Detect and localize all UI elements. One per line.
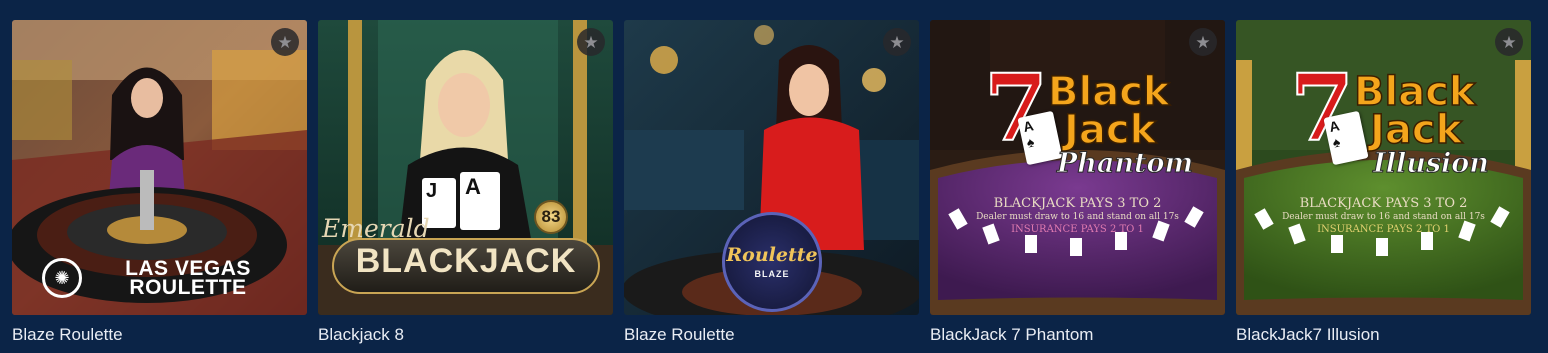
game-thumbnail[interactable]: BLACKJACK PAYS 3 TO 2 Dealer must draw t…: [930, 20, 1225, 315]
game-title[interactable]: BlackJack 7 Phantom: [930, 325, 1225, 345]
game-card-blaze-roulette[interactable]: ✺ LAS VEGAS ROULETTE ★ Blaze Roulette: [12, 20, 307, 345]
logo-text: LAS VEGAS ROULETTE: [125, 257, 251, 299]
game-thumbnail[interactable]: ✺ LAS VEGAS ROULETTE ★: [12, 20, 307, 315]
game-thumbnail[interactable]: BLACKJACK PAYS 3 TO 2 Dealer must draw t…: [1236, 20, 1531, 315]
table-rule-2: Dealer must draw to 16 and stand on all …: [976, 212, 1179, 222]
logo-word-jack: Jack: [1369, 107, 1463, 153]
favorite-star-icon[interactable]: ★: [577, 28, 605, 56]
logo-word-black: Black: [1353, 69, 1476, 115]
table-rule-1: BLACKJACK PAYS 3 TO 2: [1299, 196, 1468, 211]
logo-text: Roulette: [726, 244, 818, 266]
game-title[interactable]: Blackjack 8: [318, 325, 613, 345]
game-card-blackjack-8[interactable]: J A 83 Emerald BLACKJACK ★ Blackjack 8: [318, 20, 613, 345]
game-card-blackjack-7-phantom[interactable]: BLACKJACK PAYS 3 TO 2 Dealer must draw t…: [930, 20, 1225, 345]
favorite-star-icon[interactable]: ★: [271, 28, 299, 56]
favorite-star-icon[interactable]: ★: [1495, 28, 1523, 56]
roulette-wheel-icon: ✺: [42, 258, 82, 298]
logo-word-black: Black: [1047, 69, 1170, 115]
table-rule-3: INSURANCE PAYS 2 TO 1: [1317, 224, 1450, 235]
table-rule-1: BLACKJACK PAYS 3 TO 2: [993, 196, 1162, 211]
game-title[interactable]: Blaze Roulette: [12, 325, 307, 345]
game-title[interactable]: Blaze Roulette: [624, 325, 919, 345]
table-rule-2: Dealer must draw to 16 and stand on all …: [1282, 212, 1485, 222]
game-thumbnail[interactable]: J A 83 Emerald BLACKJACK ★: [318, 20, 613, 315]
game-card-blaze-roulette-2[interactable]: Roulette BLAZE ★ Blaze Roulette: [624, 20, 919, 345]
game-logo: ✺ LAS VEGAS ROULETTE: [42, 258, 288, 298]
logo-sub-text: BLAZE: [754, 269, 790, 279]
table-rule-3: INSURANCE PAYS 2 TO 1: [1011, 224, 1144, 235]
logo-text: BLACKJACK: [355, 242, 577, 280]
logo-script-text: Illusion: [1373, 148, 1490, 180]
logo-script-text: Phantom: [1056, 148, 1194, 180]
logo-script-text: Emerald: [322, 214, 430, 243]
game-title[interactable]: BlackJack7 Illusion: [1236, 325, 1531, 345]
deck-badge: 83: [534, 200, 568, 234]
game-card-blackjack-7-illusion[interactable]: BLACKJACK PAYS 3 TO 2 Dealer must draw t…: [1236, 20, 1531, 345]
card-ace: A: [460, 172, 500, 230]
game-grid: ✺ LAS VEGAS ROULETTE ★ Blaze Roulette J …: [12, 20, 1531, 345]
favorite-star-icon[interactable]: ★: [1189, 28, 1217, 56]
game-thumbnail[interactable]: Roulette BLAZE ★: [624, 20, 919, 315]
logo-word-jack: Jack: [1063, 107, 1157, 153]
favorite-star-icon[interactable]: ★: [883, 28, 911, 56]
